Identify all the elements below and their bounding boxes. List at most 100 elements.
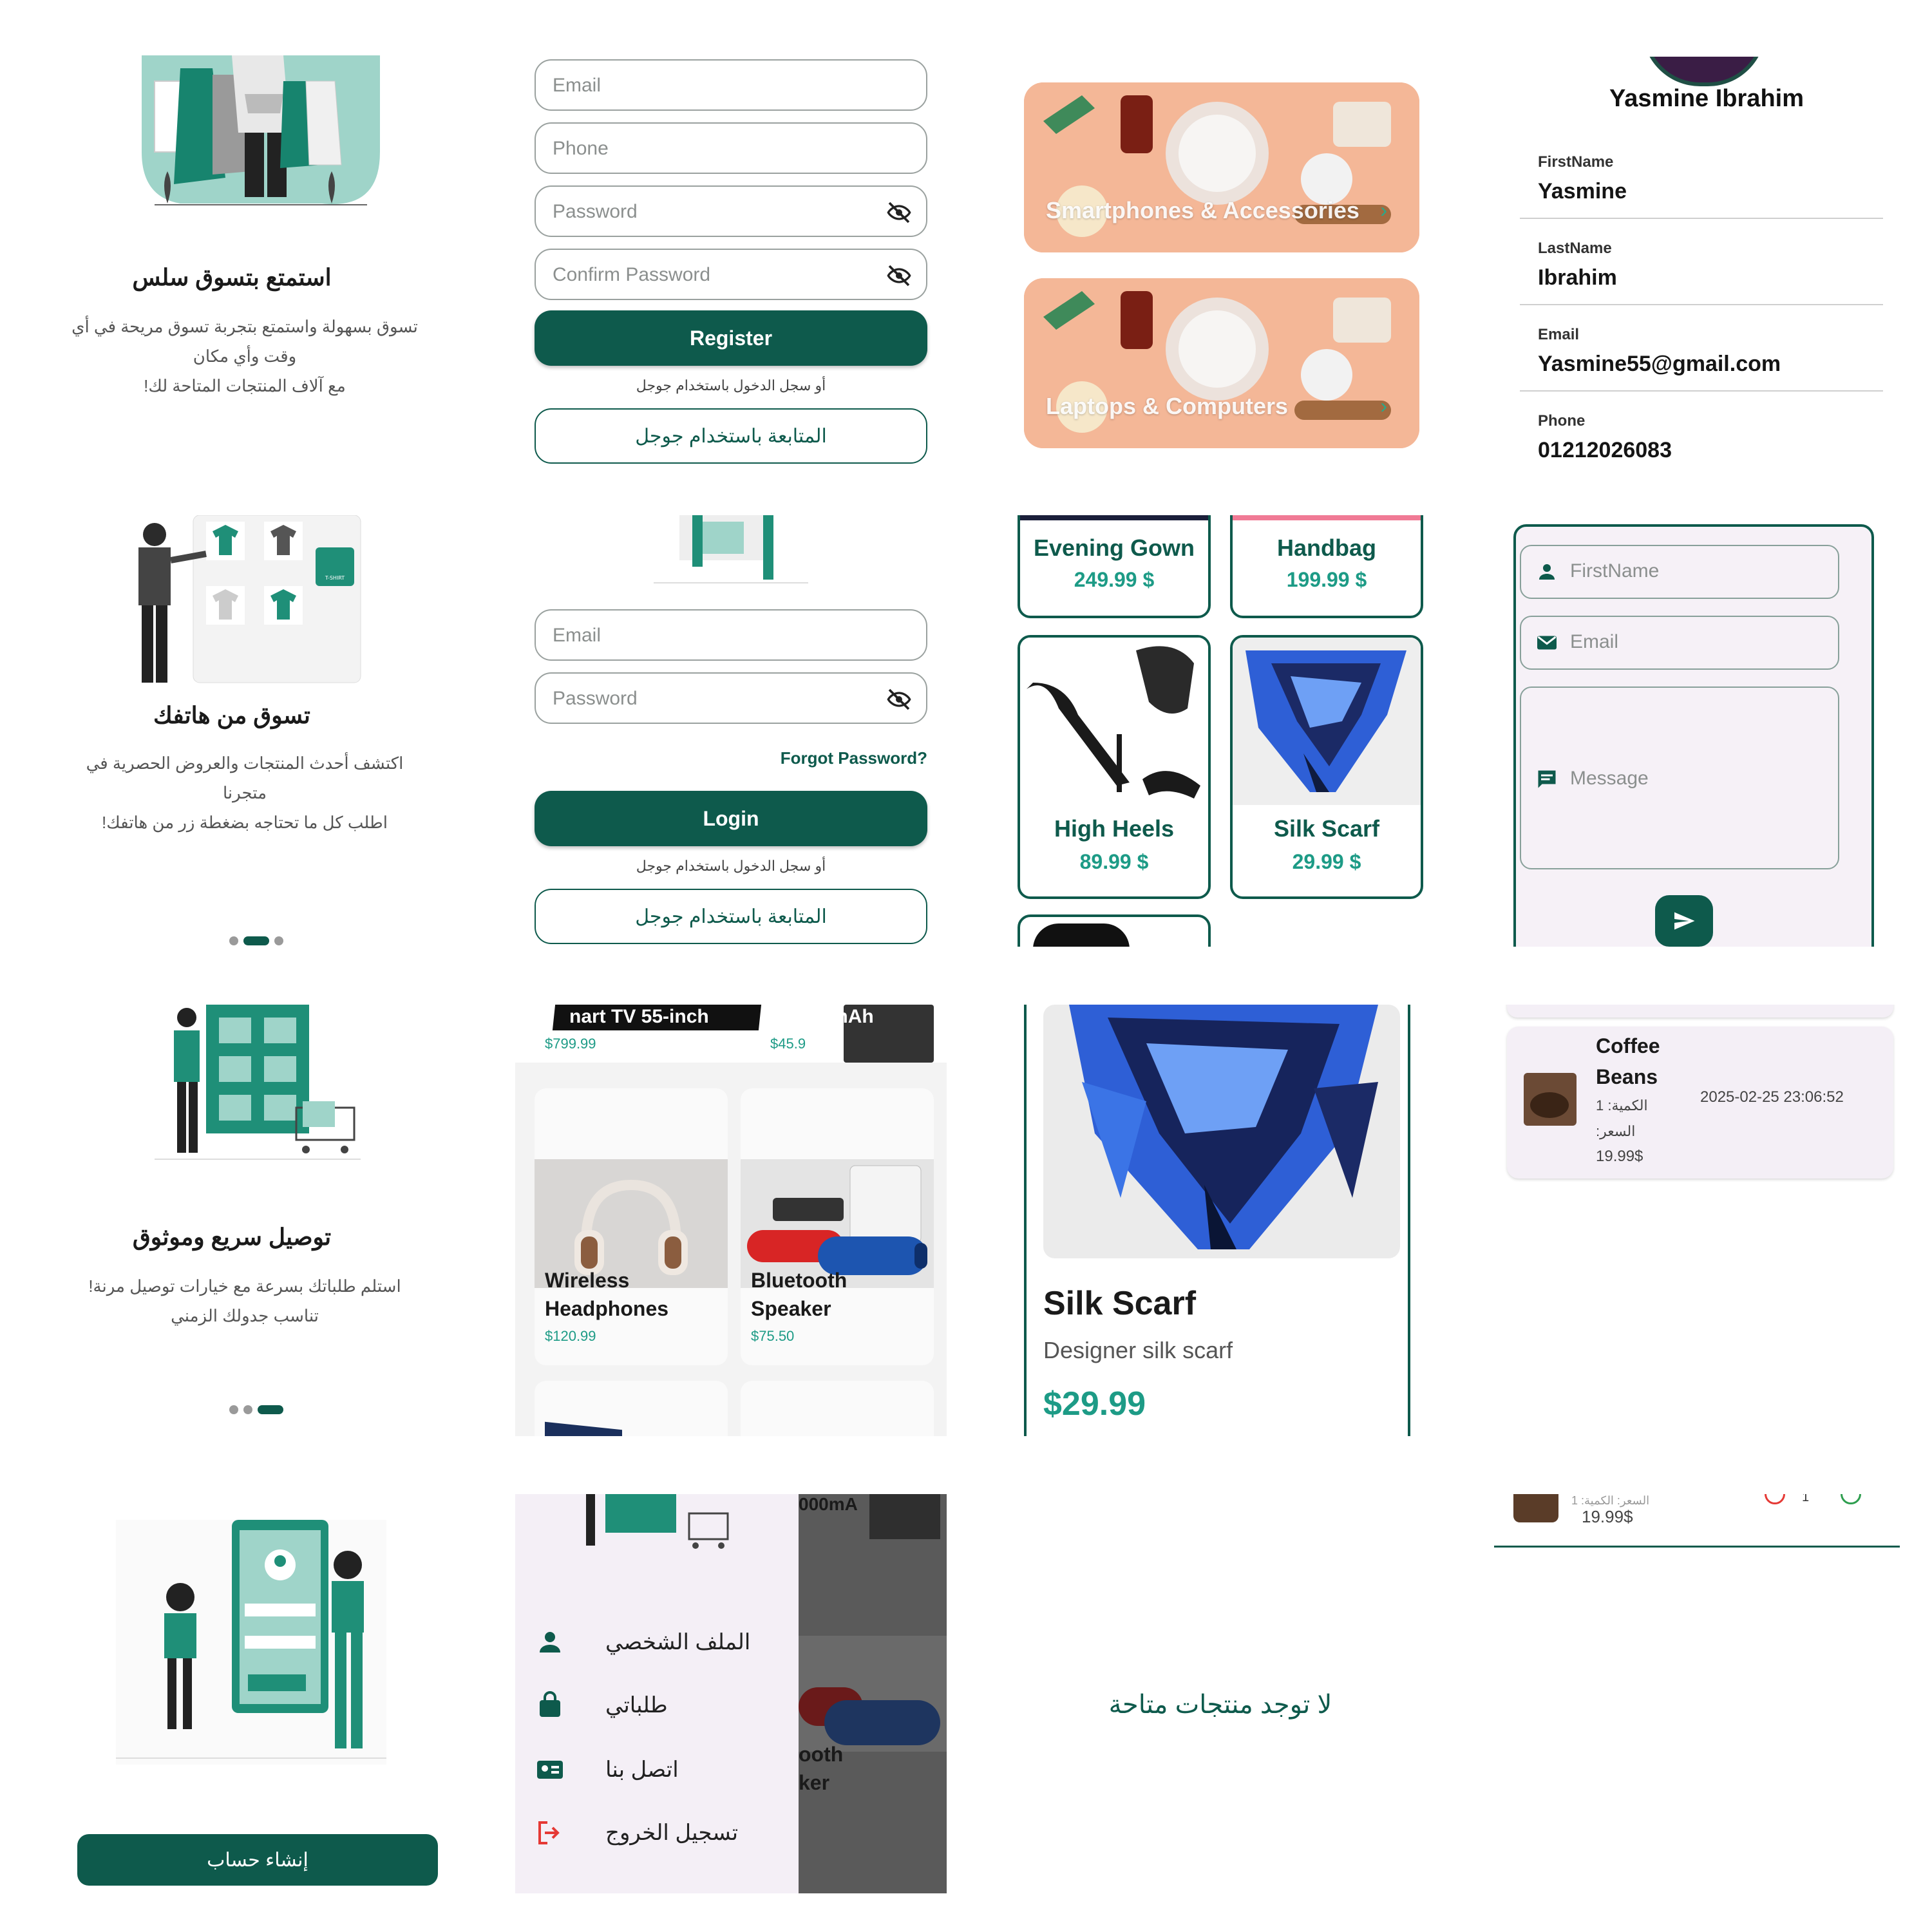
phone-label: Phone: [1538, 412, 1586, 430]
category-banner-laptops[interactable]: Laptops & Computers ›: [1024, 278, 1419, 448]
slide-title: تسوق من هاتفك: [153, 702, 310, 728]
slide-title: توصيل سريع وموثوق: [132, 1224, 332, 1250]
product-price: 89.99 $: [1079, 850, 1149, 873]
product-card-handbag[interactable]: Handbag 199.99 $: [1230, 515, 1423, 618]
email-field[interactable]: Email: [535, 59, 927, 111]
send-button[interactable]: [1655, 895, 1713, 947]
bag-icon: [540, 1691, 560, 1717]
store-item-name-line1: Wireless: [545, 1269, 630, 1292]
product-image: [1033, 923, 1130, 947]
chevron-right-icon: ›: [1380, 394, 1387, 417]
product-card-partial[interactable]: [1018, 914, 1211, 947]
last-name-value: Ibrahim: [1538, 265, 1617, 290]
top-item-name: 000mAh: [799, 1006, 874, 1027]
phone-value: 01212026083: [1538, 438, 1672, 462]
message-field[interactable]: Message: [1520, 687, 1839, 869]
product-image: [545, 1421, 622, 1436]
onboarding-create-account: إنشاء حساب: [0, 1494, 489, 1906]
store-item-headphones[interactable]: Wireless Headphones $120.99: [535, 1088, 728, 1365]
divider: [1520, 218, 1883, 219]
previous-order-card[interactable]: [1507, 1005, 1893, 1018]
google-continue-button[interactable]: المتابعة باستخدام جوجل: [535, 408, 927, 464]
divider: [1520, 390, 1883, 392]
product-title: Silk Scarf: [1043, 1285, 1197, 1322]
page-dot[interactable]: [229, 936, 238, 945]
drawer-item-label: اتصل بنا: [605, 1757, 679, 1782]
page-dot[interactable]: [274, 936, 283, 945]
message-icon: [1538, 770, 1556, 788]
page-dot-active[interactable]: [258, 1405, 283, 1414]
avatar: [1642, 57, 1766, 86]
category-banner-smartphones[interactable]: Smartphones & Accessories ›: [1024, 82, 1419, 252]
visibility-off-icon[interactable]: [886, 263, 912, 289]
store-item-name-line1: Bluetooth: [751, 1269, 848, 1292]
orders-screen: Coffee Beans الكمية: 1 السعر: 19.99$ 202…: [1501, 1005, 1913, 1217]
onboarding-slide-3: توصيل سريع وموثوق استلم طلباتك بسرعة مع …: [0, 1005, 489, 1449]
contact-card-icon: [537, 1761, 563, 1779]
login-screen: Email Password Forgot Password? Login أو…: [496, 515, 972, 947]
forgot-password-link[interactable]: Forgot Password?: [773, 748, 927, 768]
page-dot-active[interactable]: [243, 936, 269, 945]
create-account-button[interactable]: إنشاء حساب: [77, 1834, 438, 1886]
last-name-label: LastName: [1538, 240, 1612, 257]
phone-shopping-illustration: T-SHIRT: [138, 515, 361, 683]
visibility-off-icon[interactable]: [886, 200, 912, 225]
page-dot[interactable]: [229, 1405, 238, 1414]
or-google-text: أو سجل الدخول باستخدام جوجل: [636, 377, 826, 393]
email-value: Yasmine55@gmail.com: [1538, 352, 1781, 376]
product-thumbnail: [1513, 1494, 1558, 1522]
product-image: [1020, 638, 1208, 805]
password-field[interactable]: Password: [535, 185, 927, 237]
order-price-label: السعر:: [1596, 1123, 1636, 1139]
password-placeholder: Password: [553, 688, 638, 709]
register-screen: Email Phone Password Confirm Password Re…: [496, 0, 972, 464]
store-item-name-line2: Headphones: [545, 1297, 669, 1320]
mail-icon: [1537, 636, 1557, 650]
increase-quantity-button[interactable]: [1841, 1494, 1861, 1504]
product-image: [1043, 1005, 1400, 1258]
slide-description-2: تناسب جدولك الزمني: [171, 1306, 319, 1325]
page-indicator: [229, 1405, 283, 1414]
slide-title: استمتع بتسوق سلس: [132, 264, 332, 290]
store-item-partial[interactable]: [741, 1381, 934, 1436]
product-thumbnail: [1524, 1073, 1577, 1126]
order-card[interactable]: Coffee Beans الكمية: 1 السعر: 19.99$ 202…: [1507, 1027, 1893, 1179]
cart-item-price: 19.99$: [1582, 1507, 1633, 1526]
product-image: [1020, 515, 1208, 520]
product-card-silk-scarf[interactable]: Silk Scarf 29.99 $: [1230, 635, 1423, 899]
drawer-item-label: تسجيل الخروج: [605, 1821, 739, 1845]
slide-description-1: استلم طلباتك بسرعة مع خيارات توصيل مرنة!: [88, 1276, 401, 1296]
visibility-off-icon[interactable]: [886, 687, 912, 712]
or-google-text: أو سجل الدخول باستخدام جوجل: [636, 858, 826, 874]
phone-field[interactable]: Phone: [535, 122, 927, 174]
decrease-quantity-button[interactable]: [1765, 1494, 1785, 1504]
store-item-speaker[interactable]: Bluetooth Speaker $75.50: [741, 1088, 934, 1365]
drawer-item-label: طلباتي: [605, 1693, 668, 1718]
product-price: $29.99: [1043, 1385, 1146, 1423]
email-field[interactable]: Email: [1520, 616, 1839, 670]
email-label: Email: [1538, 326, 1580, 343]
email-placeholder: Email: [553, 75, 601, 96]
first-name-field[interactable]: FirstName: [1520, 545, 1839, 599]
store-screen: nart TV 55-inch $799.99 000mAh $45.9 Wir…: [515, 1005, 947, 1436]
order-item-name-line2: Beans: [1596, 1065, 1658, 1088]
google-continue-button[interactable]: المتابعة باستخدام جوجل: [535, 889, 927, 944]
background-text: ooth: [799, 1743, 844, 1766]
drawer-scrim[interactable]: 000mA ooth ker: [799, 1494, 947, 1893]
first-name-value: Yasmine: [1538, 179, 1627, 204]
category-label: Laptops & Computers: [1046, 393, 1289, 419]
store-item-partial[interactable]: [535, 1381, 728, 1436]
page-dot[interactable]: [243, 1405, 252, 1414]
product-image: [1233, 638, 1421, 805]
store-item-price: $120.99: [545, 1328, 596, 1344]
slide-description-1: تسوق بسهولة واستمتع بتجربة تسوق مريحة في…: [71, 317, 418, 336]
product-card-high-heels[interactable]: High Heels 89.99 $: [1018, 635, 1211, 899]
order-price: 19.99$: [1596, 1148, 1643, 1165]
product-card-evening-gown[interactable]: Evening Gown 249.99 $: [1018, 515, 1211, 618]
product-name: Handbag: [1276, 535, 1376, 561]
login-button[interactable]: Login: [535, 791, 927, 846]
email-field[interactable]: Email: [535, 609, 927, 661]
register-button[interactable]: Register: [535, 310, 927, 366]
confirm-password-field[interactable]: Confirm Password: [535, 249, 927, 300]
password-field[interactable]: Password: [535, 672, 927, 724]
